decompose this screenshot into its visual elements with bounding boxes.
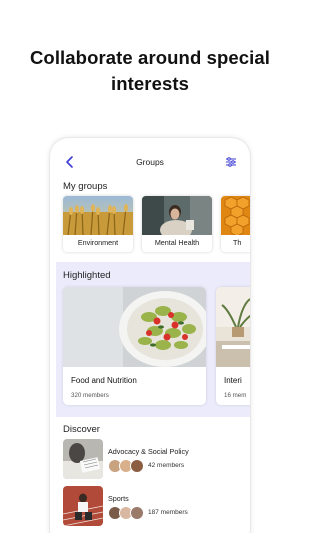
highlight-card-members: 16 mem — [224, 392, 247, 399]
phone-frame: Groups My groups Environment Mental Heal… — [50, 138, 250, 533]
honeycomb-image — [221, 196, 250, 235]
highlighted-heading: Highlighted — [63, 270, 111, 281]
group-card-th[interactable]: Th — [221, 196, 250, 252]
sports-thumbnail — [63, 486, 103, 526]
group-card-environment[interactable]: Environment — [63, 196, 133, 252]
discover-heading: Discover — [63, 424, 100, 435]
group-card-mental-health[interactable]: Mental Health — [142, 196, 212, 252]
pasta-salad-image — [63, 287, 206, 367]
group-card-label: Environment — [77, 238, 119, 247]
filter-icon[interactable] — [224, 155, 238, 169]
highlight-card-title: Food and Nutrition — [71, 376, 137, 385]
avatar — [130, 506, 144, 520]
group-card-label: Th — [233, 238, 242, 247]
member-avatars — [108, 459, 148, 473]
discover-item-advocacy[interactable]: Advocacy & Social Policy 42 members — [63, 439, 243, 479]
highlight-card-interi[interactable]: Interi 16 mem — [216, 287, 250, 405]
group-card-label: Mental Health — [154, 238, 200, 247]
advocacy-thumbnail — [63, 439, 103, 479]
discover-item-title: Sports — [108, 494, 129, 503]
promo-headline-line2: interests — [110, 73, 190, 94]
promo-headline: Collaborate around special interests — [0, 45, 300, 97]
interior-image — [216, 287, 250, 367]
member-avatars — [108, 506, 148, 520]
discover-item-sports[interactable]: Sports 187 members — [63, 486, 243, 526]
discover-item-title: Advocacy & Social Policy — [108, 447, 189, 456]
mental-health-image — [142, 196, 212, 235]
discover-item-members: 187 members — [148, 509, 188, 516]
highlight-card-food-and-nutrition[interactable]: Food and Nutrition 320 members — [63, 287, 206, 405]
promo-headline-line1: Collaborate around special — [29, 47, 271, 68]
avatar — [130, 459, 144, 473]
my-groups-heading: My groups — [63, 181, 108, 192]
discover-item-members: 42 members — [148, 462, 185, 469]
page-title: Groups — [136, 157, 164, 167]
top-bar: Groups — [50, 150, 250, 174]
highlight-card-members: 320 members — [71, 392, 109, 399]
highlight-card-title: Interi — [224, 376, 242, 385]
environment-image — [63, 196, 133, 235]
